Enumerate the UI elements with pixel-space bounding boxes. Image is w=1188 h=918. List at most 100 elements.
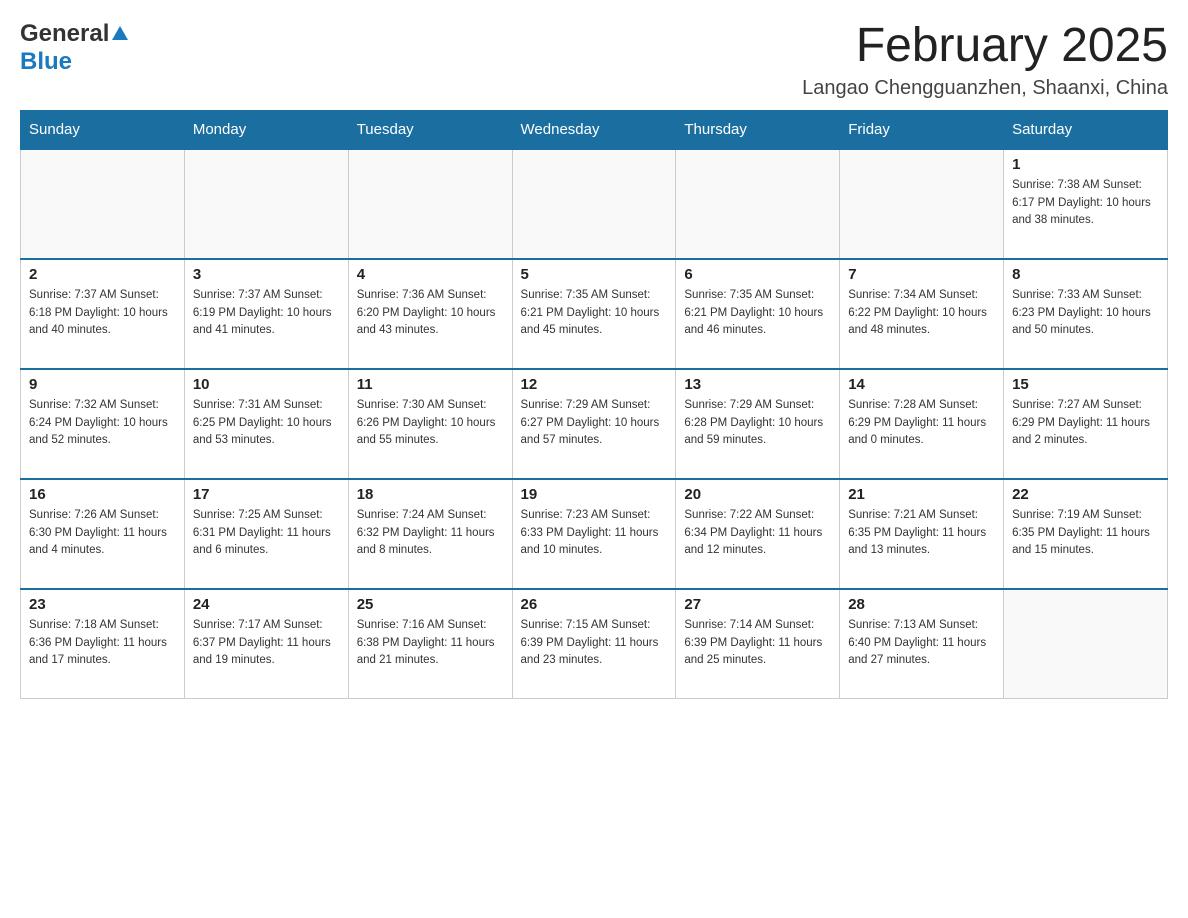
calendar-cell: 9 Sunrise: 7:32 AM Sunset: 6:24 PM Daylig… xyxy=(21,369,185,479)
logo-triangle-icon xyxy=(111,24,129,47)
day-info: Sunrise: 7:14 AM Sunset: 6:39 PM Dayligh… xyxy=(684,617,831,670)
calendar-cell: 28 Sunrise: 7:13 AM Sunset: 6:40 PM Dayli… xyxy=(840,589,1004,699)
day-number: 21 xyxy=(848,486,995,503)
day-info: Sunrise: 7:32 AM Sunset: 6:24 PM Dayligh… xyxy=(29,397,176,450)
calendar-cell: 27 Sunrise: 7:14 AM Sunset: 6:39 PM Dayli… xyxy=(676,589,840,699)
day-number: 18 xyxy=(357,486,504,503)
day-info: Sunrise: 7:29 AM Sunset: 6:28 PM Dayligh… xyxy=(684,397,831,450)
calendar-cell: 21 Sunrise: 7:21 AM Sunset: 6:35 PM Dayli… xyxy=(840,479,1004,589)
calendar-cell: 15Sunrise: 7:27 AM Sunset: 6:29 PM Dayli… xyxy=(1004,369,1168,479)
day-number: 19 xyxy=(521,486,668,503)
calendar-cell: 26 Sunrise: 7:15 AM Sunset: 6:39 PM Dayli… xyxy=(512,589,676,699)
day-info: Sunrise: 7:17 AM Sunset: 6:37 PM Dayligh… xyxy=(193,617,340,670)
calendar-cell: 4 Sunrise: 7:36 AM Sunset: 6:20 PM Daylig… xyxy=(348,259,512,369)
calendar-cell: 20Sunrise: 7:22 AM Sunset: 6:34 PM Dayli… xyxy=(676,479,840,589)
day-of-week-header: Saturday xyxy=(1004,110,1168,149)
calendar-cell xyxy=(512,149,676,259)
calendar-table: SundayMondayTuesdayWednesdayThursdayFrid… xyxy=(20,110,1168,700)
calendar-cell xyxy=(21,149,185,259)
day-number: 24 xyxy=(193,596,340,613)
day-number: 9 xyxy=(29,376,176,393)
day-number: 16 xyxy=(29,486,176,503)
day-number: 5 xyxy=(521,266,668,283)
day-info: Sunrise: 7:15 AM Sunset: 6:39 PM Dayligh… xyxy=(521,617,668,670)
day-of-week-header: Monday xyxy=(184,110,348,149)
day-number: 3 xyxy=(193,266,340,283)
calendar-cell: 13 Sunrise: 7:29 AM Sunset: 6:28 PM Dayli… xyxy=(676,369,840,479)
calendar-cell: 25Sunrise: 7:16 AM Sunset: 6:38 PM Dayli… xyxy=(348,589,512,699)
day-number: 2 xyxy=(29,266,176,283)
day-info: Sunrise: 7:37 AM Sunset: 6:19 PM Dayligh… xyxy=(193,287,340,340)
day-info: Sunrise: 7:13 AM Sunset: 6:40 PM Dayligh… xyxy=(848,617,995,670)
calendar-cell xyxy=(184,149,348,259)
calendar-cell: 11 Sunrise: 7:30 AM Sunset: 6:26 PM Dayli… xyxy=(348,369,512,479)
day-number: 27 xyxy=(684,596,831,613)
day-of-week-header: Wednesday xyxy=(512,110,676,149)
calendar-cell xyxy=(840,149,1004,259)
calendar-cell: 10 Sunrise: 7:31 AM Sunset: 6:25 PM Dayli… xyxy=(184,369,348,479)
day-number: 28 xyxy=(848,596,995,613)
calendar-cell: 22Sunrise: 7:19 AM Sunset: 6:35 PM Dayli… xyxy=(1004,479,1168,589)
day-number: 12 xyxy=(521,376,668,393)
day-info: Sunrise: 7:24 AM Sunset: 6:32 PM Dayligh… xyxy=(357,507,504,560)
day-number: 22 xyxy=(1012,486,1159,503)
day-number: 13 xyxy=(684,376,831,393)
calendar-week-row: 23 Sunrise: 7:18 AM Sunset: 6:36 PM Dayli… xyxy=(21,589,1168,699)
calendar-cell: 5 Sunrise: 7:35 AM Sunset: 6:21 PM Daylig… xyxy=(512,259,676,369)
day-number: 23 xyxy=(29,596,176,613)
day-number: 11 xyxy=(357,376,504,393)
day-info: Sunrise: 7:33 AM Sunset: 6:23 PM Dayligh… xyxy=(1012,287,1159,340)
calendar-cell: 6Sunrise: 7:35 AM Sunset: 6:21 PM Daylig… xyxy=(676,259,840,369)
day-info: Sunrise: 7:27 AM Sunset: 6:29 PM Dayligh… xyxy=(1012,397,1159,450)
calendar-cell: 23 Sunrise: 7:18 AM Sunset: 6:36 PM Dayli… xyxy=(21,589,185,699)
calendar-body: 1 Sunrise: 7:38 AM Sunset: 6:17 PM Daylig… xyxy=(21,149,1168,699)
day-info: Sunrise: 7:21 AM Sunset: 6:35 PM Dayligh… xyxy=(848,507,995,560)
calendar-week-row: 1 Sunrise: 7:38 AM Sunset: 6:17 PM Daylig… xyxy=(21,149,1168,259)
calendar-cell: 7Sunrise: 7:34 AM Sunset: 6:22 PM Daylig… xyxy=(840,259,1004,369)
day-number: 1 xyxy=(1012,156,1159,173)
day-of-week-header: Friday xyxy=(840,110,1004,149)
day-info: Sunrise: 7:25 AM Sunset: 6:31 PM Dayligh… xyxy=(193,507,340,560)
day-of-week-header: Sunday xyxy=(21,110,185,149)
day-info: Sunrise: 7:26 AM Sunset: 6:30 PM Dayligh… xyxy=(29,507,176,560)
calendar-cell: 14 Sunrise: 7:28 AM Sunset: 6:29 PM Dayli… xyxy=(840,369,1004,479)
calendar-cell: 19 Sunrise: 7:23 AM Sunset: 6:33 PM Dayli… xyxy=(512,479,676,589)
calendar-week-row: 9 Sunrise: 7:32 AM Sunset: 6:24 PM Daylig… xyxy=(21,369,1168,479)
day-number: 10 xyxy=(193,376,340,393)
day-number: 4 xyxy=(357,266,504,283)
calendar-cell xyxy=(1004,589,1168,699)
logo: General Blue xyxy=(20,20,129,76)
calendar-cell: 18 Sunrise: 7:24 AM Sunset: 6:32 PM Dayli… xyxy=(348,479,512,589)
day-number: 14 xyxy=(848,376,995,393)
month-title: February 2025 xyxy=(802,20,1168,73)
calendar-cell xyxy=(676,149,840,259)
title-section: February 2025 Langao Chengguanzhen, Shaa… xyxy=(802,20,1168,100)
day-info: Sunrise: 7:30 AM Sunset: 6:26 PM Dayligh… xyxy=(357,397,504,450)
day-info: Sunrise: 7:35 AM Sunset: 6:21 PM Dayligh… xyxy=(684,287,831,340)
day-number: 25 xyxy=(357,596,504,613)
calendar-header: SundayMondayTuesdayWednesdayThursdayFrid… xyxy=(21,110,1168,149)
calendar-cell: 2Sunrise: 7:37 AM Sunset: 6:18 PM Daylig… xyxy=(21,259,185,369)
day-info: Sunrise: 7:38 AM Sunset: 6:17 PM Dayligh… xyxy=(1012,177,1159,230)
page-header: General Blue February 2025 Langao Chengg… xyxy=(20,20,1168,100)
day-of-week-header: Thursday xyxy=(676,110,840,149)
day-info: Sunrise: 7:28 AM Sunset: 6:29 PM Dayligh… xyxy=(848,397,995,450)
day-of-week-header: Tuesday xyxy=(348,110,512,149)
day-info: Sunrise: 7:35 AM Sunset: 6:21 PM Dayligh… xyxy=(521,287,668,340)
calendar-cell: 3 Sunrise: 7:37 AM Sunset: 6:19 PM Daylig… xyxy=(184,259,348,369)
day-number: 8 xyxy=(1012,266,1159,283)
day-info: Sunrise: 7:23 AM Sunset: 6:33 PM Dayligh… xyxy=(521,507,668,560)
calendar-cell: 8 Sunrise: 7:33 AM Sunset: 6:23 PM Daylig… xyxy=(1004,259,1168,369)
calendar-cell xyxy=(348,149,512,259)
day-number: 17 xyxy=(193,486,340,503)
calendar-week-row: 2Sunrise: 7:37 AM Sunset: 6:18 PM Daylig… xyxy=(21,259,1168,369)
day-info: Sunrise: 7:36 AM Sunset: 6:20 PM Dayligh… xyxy=(357,287,504,340)
day-info: Sunrise: 7:31 AM Sunset: 6:25 PM Dayligh… xyxy=(193,397,340,450)
day-info: Sunrise: 7:18 AM Sunset: 6:36 PM Dayligh… xyxy=(29,617,176,670)
logo-general-text: General xyxy=(20,20,109,48)
calendar-cell: 24 Sunrise: 7:17 AM Sunset: 6:37 PM Dayli… xyxy=(184,589,348,699)
day-info: Sunrise: 7:34 AM Sunset: 6:22 PM Dayligh… xyxy=(848,287,995,340)
calendar-cell: 1 Sunrise: 7:38 AM Sunset: 6:17 PM Daylig… xyxy=(1004,149,1168,259)
day-info: Sunrise: 7:29 AM Sunset: 6:27 PM Dayligh… xyxy=(521,397,668,450)
day-number: 26 xyxy=(521,596,668,613)
